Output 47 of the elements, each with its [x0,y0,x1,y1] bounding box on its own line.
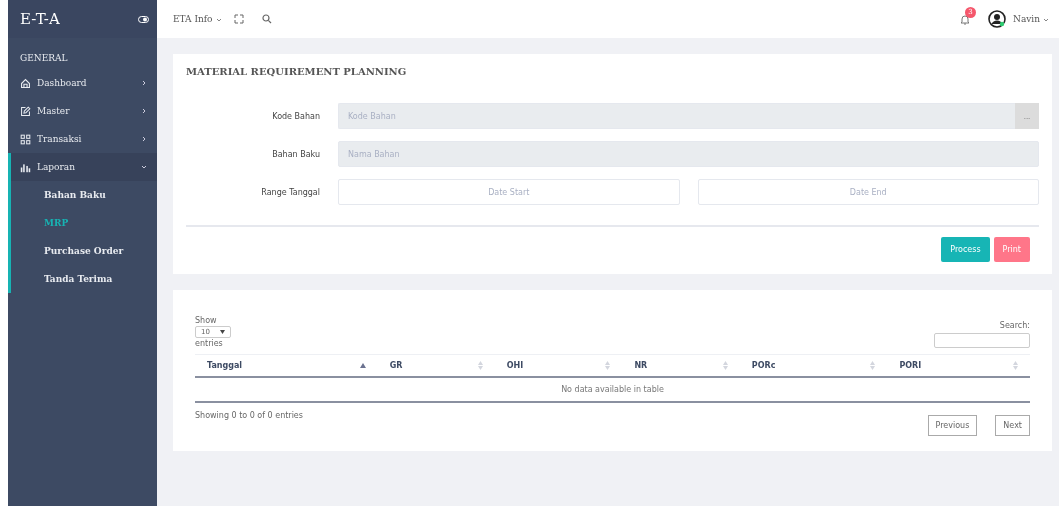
column-header[interactable]: PORI [887,354,1030,377]
caret-icon [1043,17,1049,22]
chevron-icon [141,164,147,170]
sidebar-item[interactable]: Dashboard [8,69,157,97]
brand-logo: E-T-A [20,10,60,28]
input-field: Nama Bahan [338,141,1039,167]
chevron-icon [141,80,147,86]
submenu-item[interactable]: Bahan Baku [11,181,157,209]
submenu-item[interactable]: Purchase Order [11,237,157,265]
column-header[interactable]: GR [377,354,495,377]
user-menu[interactable]: Navin [1013,14,1049,24]
length-label: entries [195,339,223,348]
home-icon [20,77,31,89]
search-field[interactable] [934,333,1030,348]
card-title: MATERIAL REQUIREMENT PLANNING [186,66,408,77]
sidebar-item[interactable]: Laporan [11,153,157,181]
caret-icon [215,17,222,22]
sidebar-item[interactable]: Transaksi [8,125,157,153]
submenu-item[interactable]: Tanda Terima [11,265,157,293]
lookup-button[interactable]: ... [1015,103,1039,129]
edit-icon [20,105,31,117]
length-label: Show [195,316,217,325]
column-header[interactable]: NR [622,354,740,377]
empty-message: No data available in table [195,377,1030,402]
chevron-icon [141,108,147,114]
field-label: Kode Bahan [271,111,321,121]
chevron-icon [141,136,147,142]
search-icon[interactable] [261,14,272,24]
toggle-icon[interactable] [138,15,149,23]
bell-icon[interactable] [960,13,970,25]
column-header[interactable]: OHI [494,354,623,377]
fullscreen-icon[interactable] [233,14,244,24]
search-label: Search: [999,321,1030,330]
grid-icon [20,133,31,145]
sidebar-item[interactable]: Master [8,97,157,125]
avatar-icon[interactable] [988,10,1006,28]
dropdown-arrow-icon [219,330,225,334]
bar-chart-icon [20,161,31,173]
next-button[interactable]: Next [995,415,1030,436]
column-header[interactable]: PORc [739,354,888,377]
field-label: Bahan Baku [271,149,321,159]
menu-dropdown[interactable]: ETA Info [173,14,222,24]
field-label: Range Tanggal [260,187,321,197]
column-header[interactable]: Tanggal [195,354,378,377]
table-info: Showing 0 to 0 of 0 entries [195,411,303,420]
section-heading: GENERAL [19,52,69,65]
previous-button[interactable]: Previous [927,415,978,436]
